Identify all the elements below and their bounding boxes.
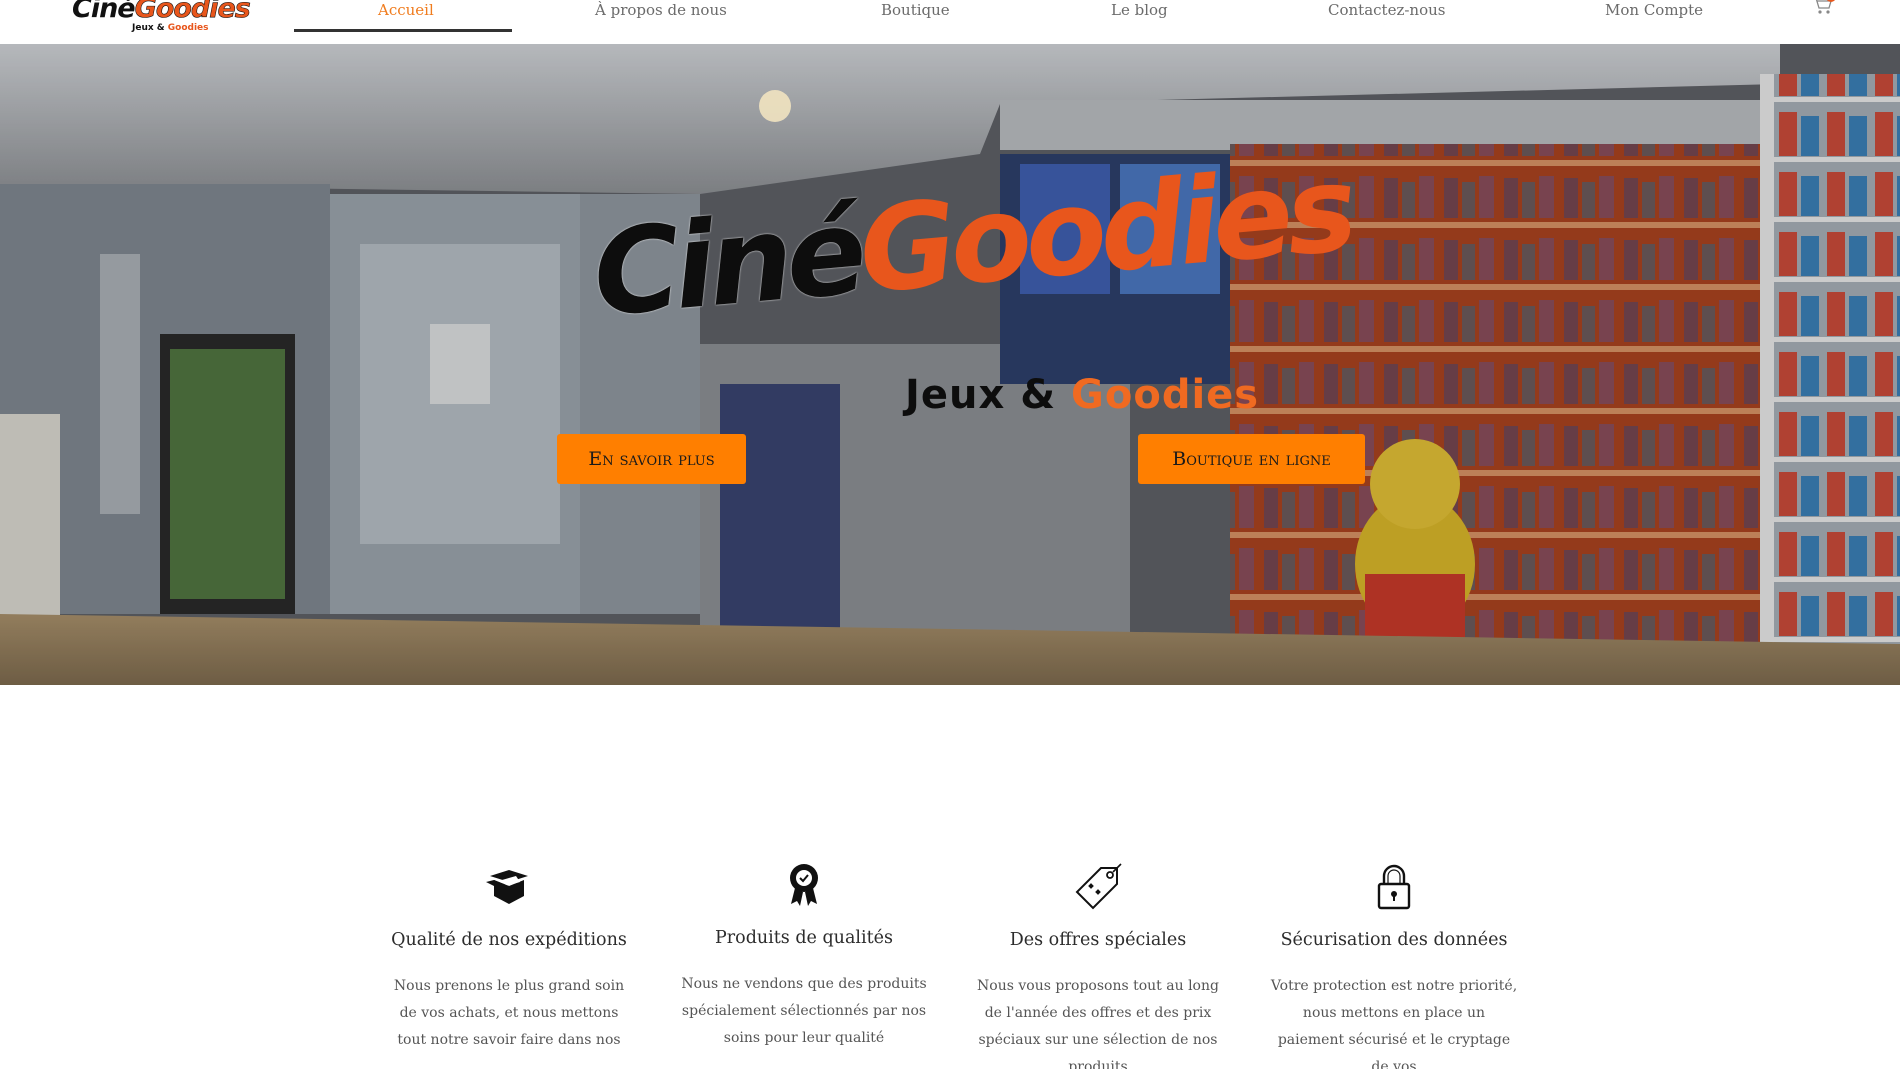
hero-tagline-part1: Jeux & [905,372,1072,418]
feature-title: Sécurisation des données [1280,930,1508,950]
feature-shipping: Qualité de nos expéditions Nous prenons … [385,860,633,1054]
feature-security: Sécurisation des données Votre protectio… [1270,860,1518,1069]
nav-item-contact[interactable]: Contactez-nous [1328,0,1445,26]
hero-logo-tagline: Jeux & Goodies [905,372,1259,418]
nav-item-boutique[interactable]: Boutique [881,0,950,26]
open-box-icon [486,870,528,904]
site-header: CinéGoodies Jeux & Goodies Accueil À pro… [0,0,1900,44]
shop-online-button[interactable]: Boutique en ligne [1138,434,1365,484]
hero-logo: Ciné Goodies Jeux & Goodies [588,139,1356,434]
hero-logo-cine: Ciné [587,182,866,344]
logo-cine-text: Ciné [72,0,136,24]
feature-title: Qualité de nos expéditions [391,930,627,950]
logo-tagline: Jeux & Goodies [132,23,209,33]
nav-item-mon-compte[interactable]: Mon Compte [1605,0,1703,26]
learn-more-button[interactable]: En savoir plus [557,434,746,484]
price-tag-icon [1075,863,1122,910]
feature-quality: Produits de qualités Nous ne vendons que… [680,858,928,1052]
feature-offers: Des offres spéciales Nous vous proposons… [974,860,1222,1069]
logo-tagline-part1: Jeux & [132,23,168,33]
logo-wordmark: CinéGoodies [72,0,251,24]
nav-active-underline [294,29,512,32]
feature-text: Votre protection est notre priorité, nou… [1270,978,1518,1069]
feature-text: Nous prenons le plus grand soin de vos a… [393,978,625,1048]
nav-item-a-propos[interactable]: À propos de nous [595,0,727,26]
logo-goodies-text: Goodies [134,0,251,24]
feature-text: Nous ne vendons que des produits spécial… [681,976,927,1046]
shopping-cart-icon[interactable] [1810,0,1834,16]
nav-item-accueil[interactable]: Accueil [378,0,434,26]
site-logo[interactable]: CinéGoodies Jeux & Goodies [72,0,251,40]
award-rosette-icon [790,864,818,906]
feature-title: Produits de qualités [715,928,893,948]
hero-banner: Ciné Goodies Jeux & Goodies En savoir plu… [0,44,1900,685]
feature-title: Des offres spéciales [1009,930,1187,950]
feature-text: Nous vous proposons tout au long de l'an… [977,978,1219,1069]
hero-tagline-part2: Goodies [1071,372,1260,418]
nav-item-blog[interactable]: Le blog [1111,0,1168,26]
padlock-icon [1377,864,1411,910]
logo-tagline-part2: Goodies [167,23,209,33]
